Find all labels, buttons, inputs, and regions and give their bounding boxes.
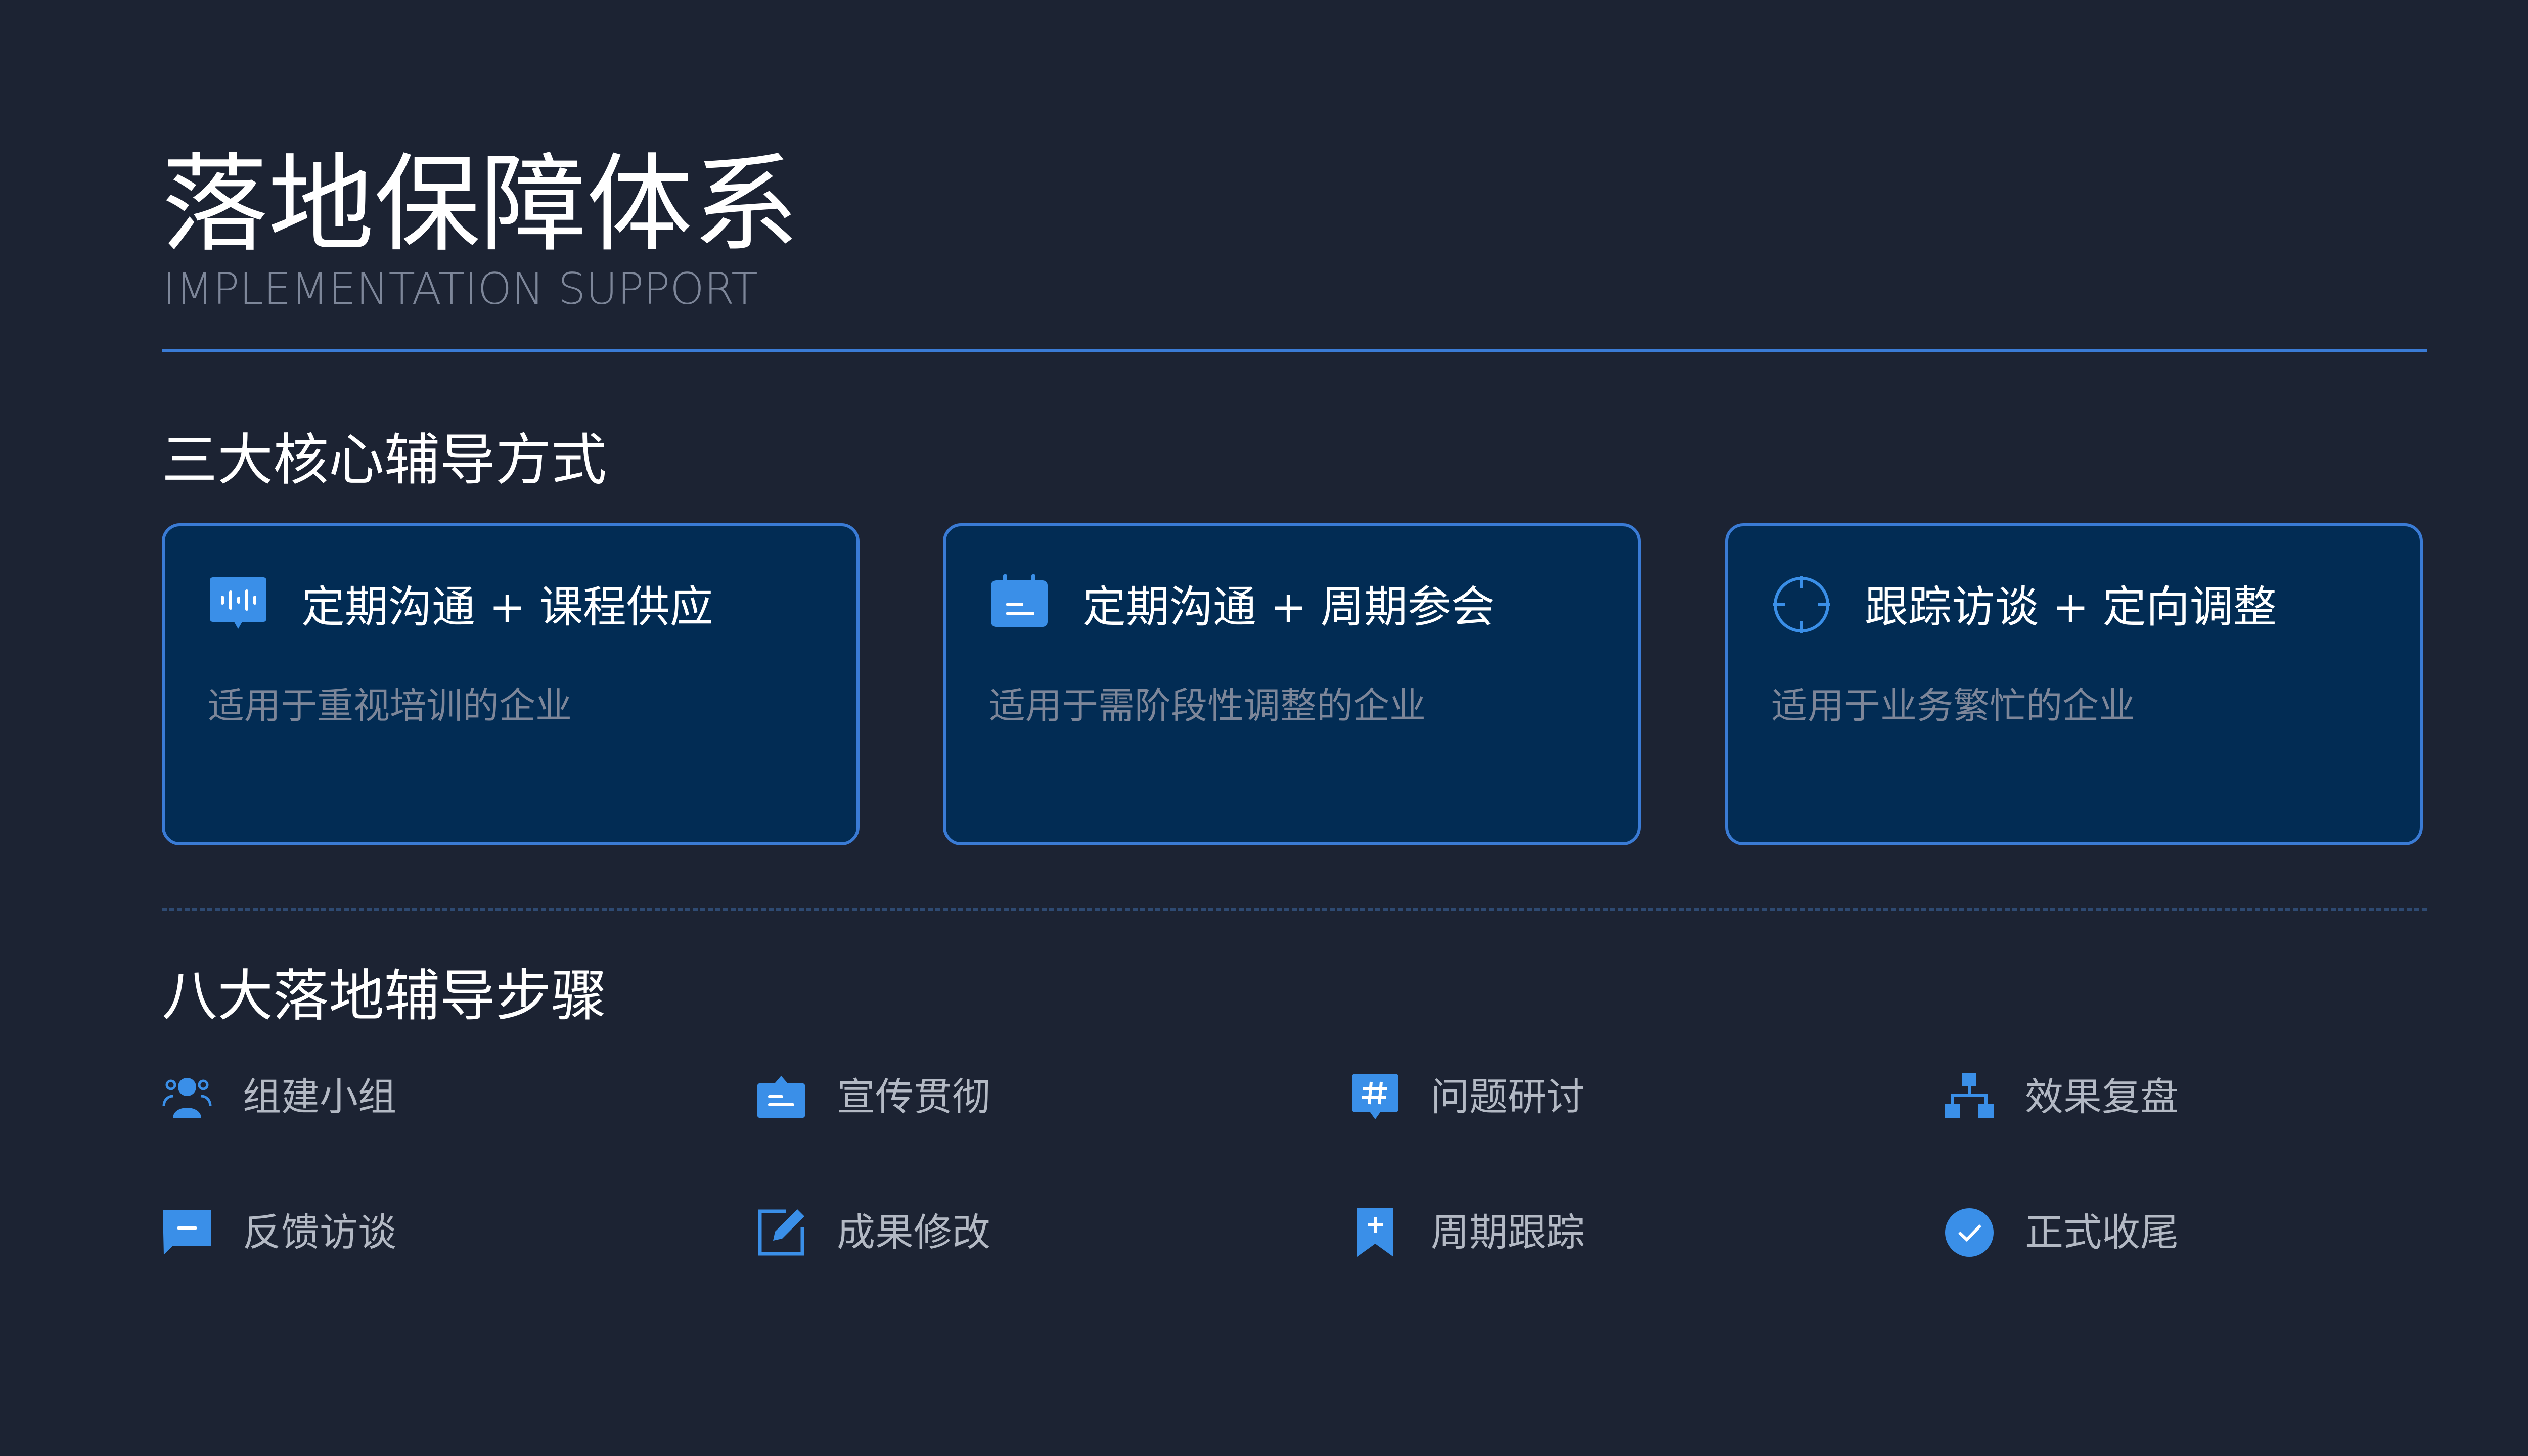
step-label: 组建小组: [243, 1074, 396, 1119]
bookmark-add-icon: [1350, 1207, 1401, 1258]
mode-card-title: 定期沟通 + 课程供应: [301, 582, 713, 632]
mode-card-3: 跟踪访谈 + 定向调整 适用于业务繁忙的企业: [1725, 523, 2423, 845]
step-label: 周期跟踪: [1431, 1210, 1585, 1255]
team-icon: [162, 1072, 212, 1122]
slide: 落地保障体系 IMPLEMENTATION SUPPORT 三大核心辅导方式 定…: [0, 0, 2528, 1456]
voice-message-icon: [208, 574, 268, 635]
section-divider: [162, 908, 2427, 911]
edit-icon: [756, 1207, 806, 1258]
mode-card-description: 适用于业务繁忙的企业: [1771, 685, 2136, 727]
chat-bubble-icon: [162, 1207, 212, 1258]
mode-card-description: 适用于需阶段性调整的企业: [989, 685, 1426, 727]
step-label: 效果复盘: [2025, 1074, 2179, 1119]
mode-card-2: 定期沟通 + 周期参会 适用于需阶段性调整的企业: [943, 523, 1641, 845]
crosshair-icon: [1771, 574, 1832, 635]
mode-card-title: 跟踪访谈 + 定向调整: [1865, 582, 2277, 632]
header-divider: [162, 349, 2427, 352]
announcement-icon: [756, 1072, 806, 1122]
step-label: 反馈访谈: [243, 1210, 396, 1255]
mode-card-1: 定期沟通 + 课程供应 适用于重视培训的企业: [162, 523, 860, 845]
step-label: 成果修改: [837, 1210, 990, 1255]
step-label: 问题研讨: [1431, 1074, 1585, 1119]
section-title-modes: 三大核心辅导方式: [162, 428, 607, 492]
step-label: 宣传贯彻: [837, 1074, 990, 1119]
check-circle-icon: [1944, 1207, 1995, 1258]
section-title-steps: 八大落地辅导步骤: [162, 964, 607, 1028]
hashtag-chat-icon: [1350, 1072, 1401, 1122]
hierarchy-icon: [1944, 1072, 1995, 1122]
page-title: 落地保障体系: [162, 143, 799, 266]
step-label: 正式收尾: [2025, 1210, 2179, 1255]
mode-card-description: 适用于重视培训的企业: [208, 685, 572, 727]
page-subtitle: IMPLEMENTATION SUPPORT: [163, 264, 758, 314]
mode-card-title: 定期沟通 + 周期参会: [1082, 582, 1495, 632]
calendar-icon: [989, 574, 1050, 635]
